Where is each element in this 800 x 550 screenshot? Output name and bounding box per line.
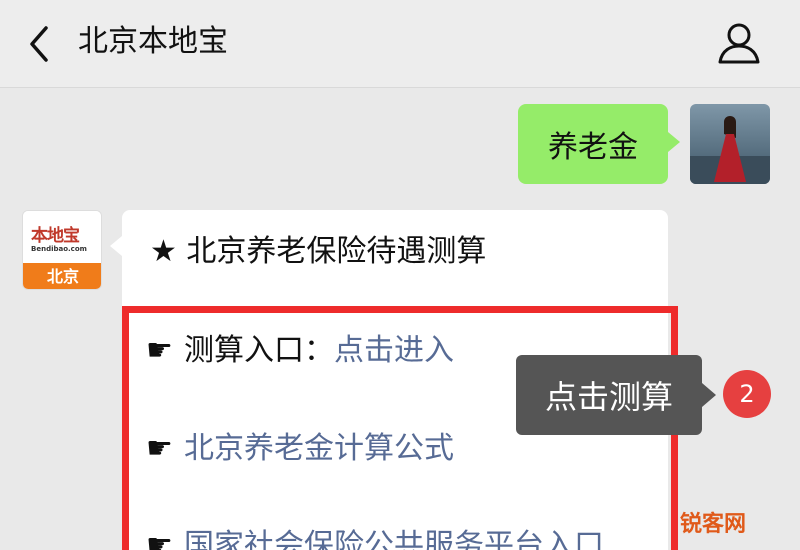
sent-message-bubble[interactable]: 养老金	[518, 104, 680, 184]
top-bar: 北京本地宝	[0, 0, 800, 88]
formula-link[interactable]: 北京养老金计算公式	[184, 431, 454, 466]
pointing-hand-icon: ☛	[146, 333, 173, 368]
account-logo-sub: Bendibao.com	[31, 245, 87, 253]
chat-area[interactable]: 养老金 本地宝 Bendibao.com 北京 ★ 北京养老保险待遇测算 ☛ 测…	[0, 88, 800, 550]
pointing-hand-icon: ☛	[146, 528, 173, 550]
user-icon	[718, 23, 760, 64]
enter-link[interactable]: 点击进入	[334, 333, 454, 368]
account-logo-area: 本地宝 Bendibao.com	[23, 211, 101, 263]
avatar-image	[690, 104, 770, 184]
account-avatar[interactable]: 本地宝 Bendibao.com 北京	[22, 210, 102, 290]
account-logo-text: 本地宝	[31, 226, 80, 246]
watermark: 锐客网	[680, 512, 747, 537]
back-button[interactable]	[20, 22, 60, 66]
step-badge: 2	[723, 370, 771, 418]
row-label: 测算入口：	[184, 333, 334, 368]
page-title: 北京本地宝	[78, 24, 228, 59]
list-item[interactable]: ☛ 测算入口：点击进入	[146, 331, 454, 371]
chevron-left-icon	[30, 26, 48, 62]
card-title: ★ 北京养老保险待遇测算	[150, 234, 487, 269]
list-item[interactable]: ☛ 北京养老金计算公式	[146, 429, 454, 469]
service-platform-link[interactable]: 国家社会保险公共服务平台入口	[184, 528, 604, 550]
my-avatar[interactable]	[690, 104, 770, 184]
sent-message-text: 养老金	[548, 130, 638, 165]
tooltip-text: 点击测算	[544, 378, 673, 416]
click-calculate-tooltip: 点击测算	[516, 355, 716, 435]
pointing-hand-icon: ☛	[146, 431, 173, 466]
list-item[interactable]: ☛ 国家社会保险公共服务平台入口	[146, 526, 604, 550]
profile-button[interactable]	[714, 20, 764, 68]
account-city-label: 北京	[23, 263, 101, 289]
